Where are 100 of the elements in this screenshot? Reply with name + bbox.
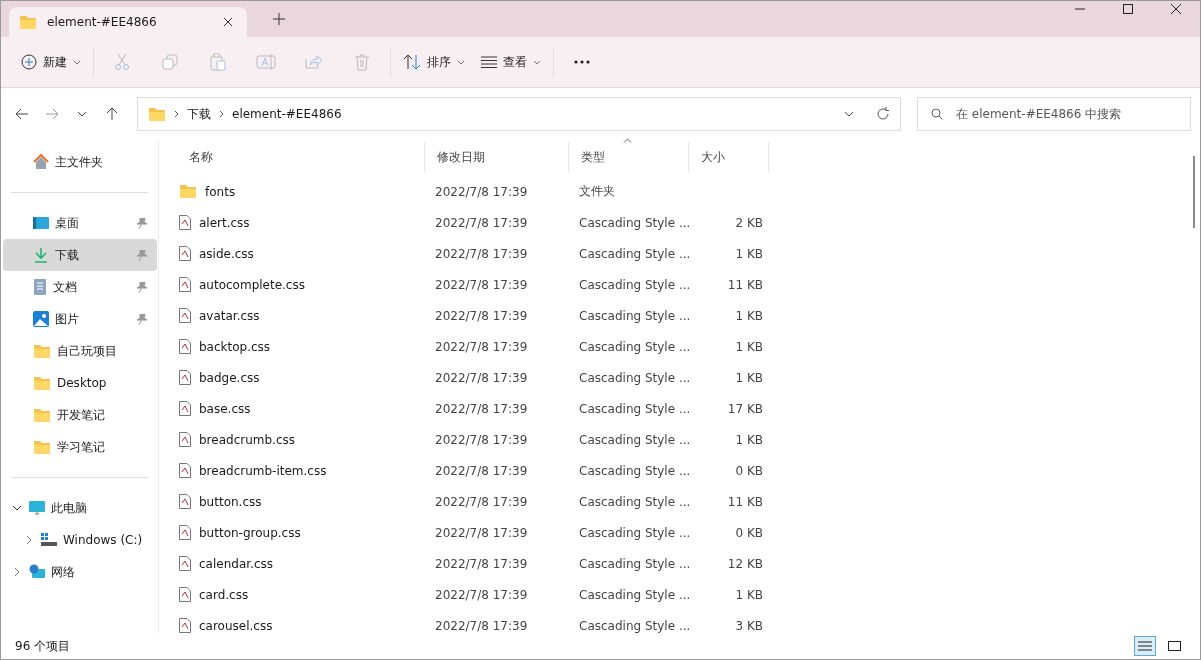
folder-icon — [148, 106, 166, 122]
file-name[interactable]: base.css — [199, 401, 251, 416]
size-cell-text: 1 KB — [734, 246, 763, 261]
date-cell-text: 2022/7/8 17:39 — [434, 618, 529, 633]
details-view-icon[interactable] — [1134, 636, 1156, 656]
date-cell-text: 2022/7/8 17:39 — [434, 184, 529, 199]
sort-button[interactable]: 排序 — [395, 44, 473, 80]
file-icon — [179, 494, 191, 509]
file-icon — [179, 308, 191, 323]
type-cell-text: Cascading Style ... — [578, 246, 689, 261]
tab-title: element-#EE4866 — [47, 15, 158, 29]
sidebar-item[interactable]: 自己玩项目 — [3, 335, 157, 367]
date-cell-text: 2022/7/8 17:39 — [434, 308, 529, 323]
date-cell-text: 2022/7/8 17:39 — [434, 587, 529, 602]
tree-item[interactable]: 此电脑 — [1, 492, 87, 524]
file-name[interactable]: calendar.css — [199, 556, 273, 571]
type-cell-text: Cascading Style ... — [578, 525, 689, 540]
file-name[interactable]: backtop.css — [199, 339, 271, 354]
search-field[interactable]: 在 element-#EE4866 中搜索 — [917, 97, 1191, 131]
file-name[interactable]: button-group.css — [199, 525, 301, 540]
file-name[interactable]: autocomplete.css — [199, 277, 305, 292]
date-cell-text: 2022/7/8 17:39 — [434, 370, 529, 385]
size-cell-text: 2 KB — [734, 215, 763, 230]
chevron-down-icon — [73, 59, 81, 65]
share-icon — [305, 54, 323, 70]
file-name[interactable]: card.css — [199, 587, 249, 602]
date-cell-text: 2022/7/8 17:39 — [434, 432, 529, 447]
sidebar-item[interactable]: 文档 — [3, 271, 157, 303]
document-icon — [33, 279, 47, 295]
folder-icon — [33, 343, 51, 359]
file-name[interactable]: carousel.css — [199, 618, 273, 633]
sidebar-item[interactable]: 开发笔记 — [3, 399, 157, 431]
type-cell-text: Cascading Style ... — [578, 370, 689, 385]
sidebar-item[interactable]: 桌面 — [3, 207, 157, 239]
file-icon — [179, 618, 191, 633]
size-cell-text: 0 KB — [734, 463, 763, 478]
type-cell-text: Cascading Style ... — [578, 215, 689, 230]
sidebar-item[interactable]: 图片 — [3, 303, 157, 335]
clipboard-icon — [210, 53, 226, 71]
tree-item[interactable]: Windows (C:) — [1, 524, 143, 556]
sidebar-item[interactable]: 学习笔记 — [3, 431, 157, 463]
file-name[interactable]: breadcrumb-item.css — [199, 463, 327, 478]
monitor-icon — [29, 500, 45, 516]
folder-icon — [179, 184, 197, 199]
type-cell-text: Cascading Style ... — [578, 463, 689, 478]
image-icon — [33, 311, 49, 327]
folder-icon — [19, 14, 37, 30]
date-cell-text: 2022/7/8 17:39 — [434, 339, 529, 354]
column-header[interactable]: 修改日期 — [425, 142, 569, 172]
chevron-right-icon — [219, 110, 224, 118]
file-name[interactable]: alert.css — [199, 215, 250, 230]
column-header[interactable]: 名称 — [177, 142, 425, 172]
folder-icon — [33, 439, 51, 455]
file-name[interactable]: aside.css — [199, 246, 254, 261]
expander-icon — [24, 535, 34, 545]
breadcrumb[interactable]: element-#EE4866 — [232, 107, 342, 121]
column-header[interactable]: 大小 — [689, 142, 769, 172]
file-icon — [179, 463, 191, 478]
desktop-icon — [33, 216, 49, 230]
type-cell-text: Cascading Style ... — [578, 587, 689, 602]
size-cell-text: 1 KB — [734, 370, 763, 385]
download-icon — [33, 247, 49, 263]
breadcrumb[interactable]: 下载 — [187, 105, 211, 123]
date-cell-text: 2022/7/8 17:39 — [434, 246, 529, 261]
column-header[interactable]: 类型 — [569, 142, 689, 172]
file-icon — [179, 432, 191, 447]
sidebar-item[interactable]: 主文件夹 — [3, 146, 157, 178]
type-cell-text: Cascading Style ... — [578, 556, 689, 571]
refresh-icon[interactable] — [876, 107, 890, 121]
type-cell-text: Cascading Style ... — [578, 432, 689, 447]
file-name[interactable]: fonts — [205, 184, 236, 199]
size-cell-text: 3 KB — [734, 618, 763, 633]
folder-icon — [33, 375, 51, 391]
new-button[interactable]: 新建 — [13, 44, 89, 80]
type-cell-text: Cascading Style ... — [578, 618, 689, 633]
network-icon — [29, 564, 45, 580]
size-cell-text: 1 KB — [734, 432, 763, 447]
tree-item[interactable]: 网络 — [1, 556, 75, 588]
date-cell-text: 2022/7/8 17:39 — [434, 463, 529, 478]
chevron-down-icon — [533, 59, 541, 65]
file-icon — [179, 339, 191, 354]
sidebar-item[interactable]: 下载 — [3, 239, 157, 271]
scissors-icon — [114, 53, 130, 71]
chevron-down-icon[interactable] — [844, 111, 854, 117]
address-bar[interactable]: 下载 element-#EE4866 — [137, 97, 901, 131]
tab[interactable]: element-#EE4866 — [9, 7, 247, 37]
file-name[interactable]: avatar.css — [199, 308, 260, 323]
drive-icon — [41, 533, 57, 547]
size-cell-text: 0 KB — [734, 525, 763, 540]
view-button[interactable]: 查看 — [473, 44, 549, 80]
item-count: 96 个项目 — [15, 637, 71, 655]
file-name[interactable]: breadcrumb.css — [199, 432, 295, 447]
file-icon — [179, 587, 191, 602]
file-name[interactable]: button.css — [199, 494, 262, 509]
file-icon — [179, 215, 191, 230]
file-icon — [179, 401, 191, 416]
sidebar-item[interactable]: Desktop — [3, 367, 157, 399]
date-cell-text: 2022/7/8 17:39 — [434, 401, 529, 416]
file-name[interactable]: badge.css — [199, 370, 260, 385]
file-icon — [179, 246, 191, 261]
